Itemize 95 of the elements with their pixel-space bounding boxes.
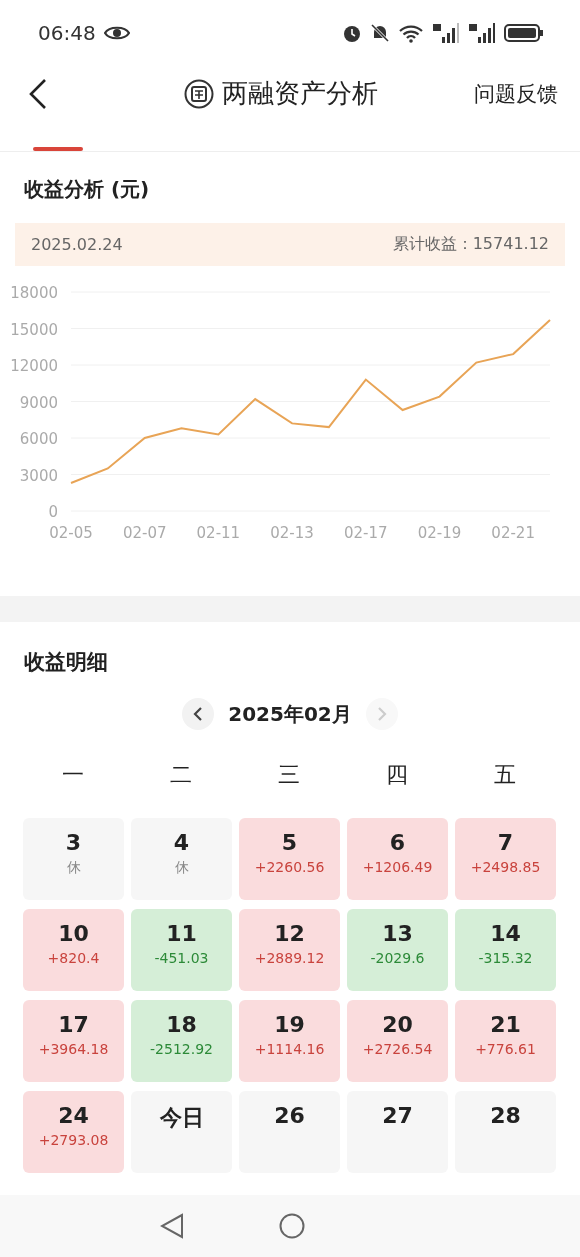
axis-label: 02-19: [417, 524, 462, 542]
day-number: 7: [497, 830, 514, 855]
axis-label: 18000: [10, 284, 58, 302]
back-icon[interactable]: [28, 77, 48, 110]
day-number: 12: [274, 921, 305, 946]
day-number: 3: [65, 830, 82, 855]
day-cell[interactable]: 5 +2260.56: [239, 818, 340, 900]
muted-bell-icon: [370, 22, 390, 43]
section-title: 收益分析 (元): [23, 176, 151, 203]
eye-icon: [103, 24, 130, 41]
day-earnings: +820.4: [47, 950, 100, 966]
day-earnings: -451.03: [154, 950, 209, 966]
tab-indicator: [33, 147, 83, 151]
day-cell[interactable]: 14 -315.32: [455, 909, 556, 991]
day-number: 28: [490, 1103, 521, 1128]
day-cell[interactable]: 6 +1206.49: [347, 818, 448, 900]
weekday-label: 三: [277, 761, 301, 789]
day-cell[interactable]: 今日: [131, 1091, 232, 1173]
day-number: 18: [166, 1012, 197, 1037]
day-cell[interactable]: 7 +2498.85: [455, 818, 556, 900]
day-cell[interactable]: 3 休: [23, 818, 124, 900]
section-title: 收益明细: [23, 649, 109, 676]
axis-label: 02-05: [49, 524, 93, 542]
previous-month-button[interactable]: [182, 698, 215, 730]
day-cell[interactable]: 11 -451.03: [131, 909, 232, 991]
day-earnings: 休: [66, 859, 81, 877]
day-number: 24: [58, 1103, 89, 1128]
day-number: 14: [490, 921, 521, 946]
chevron-right-icon: [376, 706, 387, 722]
status-time: 06:48: [38, 20, 96, 45]
weekday-label: 二: [169, 761, 193, 789]
weekday-label: 四: [385, 761, 409, 789]
day-earnings: +2726.54: [362, 1041, 433, 1057]
day-cell[interactable]: 19 +1114.16: [239, 1000, 340, 1082]
axis-label: 3000: [19, 466, 58, 485]
day-earnings: +3964.18: [38, 1041, 109, 1057]
cellular-signal-icon: [468, 21, 496, 44]
axis-label: 02-21: [491, 524, 535, 542]
day-number: 19: [274, 1012, 305, 1037]
day-earnings: +2498.85: [470, 859, 541, 875]
day-number: 21: [490, 1012, 521, 1037]
axis-label: 9000: [19, 393, 58, 412]
battery-icon: [504, 22, 544, 43]
day-cell[interactable]: 28: [455, 1091, 556, 1173]
day-earnings: +1114.16: [254, 1041, 325, 1057]
logo-icon: [184, 78, 214, 109]
month-label: 2025年02月: [228, 700, 352, 728]
day-earnings: -2029.6: [370, 950, 425, 966]
home-icon[interactable]: [279, 1213, 305, 1239]
day-earnings: +776.61: [475, 1041, 536, 1057]
axis-label: 02-17: [343, 524, 388, 542]
day-earnings: -2512.92: [150, 1041, 213, 1057]
page-title: 两融资产分析: [222, 77, 378, 110]
axis-label: 6000: [19, 430, 58, 448]
day-cell[interactable]: 20 +2726.54: [347, 1000, 448, 1082]
day-number: 4: [173, 830, 190, 855]
total-earnings: 累计收益：15741.12: [392, 234, 549, 255]
feedback-link[interactable]: 问题反馈: [474, 79, 558, 108]
day-cell[interactable]: 27: [347, 1091, 448, 1173]
day-number: 10: [58, 921, 89, 946]
weekday-label: 一: [61, 761, 85, 789]
day-earnings: +1206.49: [362, 859, 433, 875]
axis-label: 02-13: [270, 524, 314, 542]
day-cell[interactable]: 17 +3964.18: [23, 1000, 124, 1082]
axis-label: 0: [48, 503, 58, 521]
day-earnings: -315.32: [478, 950, 533, 966]
axis-label: 15000: [10, 320, 58, 339]
day-cell[interactable]: 24 +2793.08: [23, 1091, 124, 1173]
day-cell[interactable]: 4 休: [131, 818, 232, 900]
day-number: 11: [166, 921, 197, 946]
day-number: 5: [281, 830, 298, 855]
day-cell[interactable]: 26: [239, 1091, 340, 1173]
day-earnings: +2793.08: [38, 1132, 109, 1148]
day-cell[interactable]: 12 +2889.12: [239, 909, 340, 991]
day-number: 26: [274, 1103, 305, 1128]
day-cell[interactable]: 21 +776.61: [455, 1000, 556, 1082]
day-number: 6: [389, 830, 406, 855]
weekday-label: 五: [493, 761, 517, 789]
axis-label: 02-11: [196, 524, 241, 542]
cellular-signal-icon: [432, 21, 460, 44]
day-number: 今日: [159, 1104, 204, 1132]
day-cell[interactable]: 10 +820.4: [23, 909, 124, 991]
day-number: 13: [382, 921, 413, 946]
day-cell[interactable]: 18 -2512.92: [131, 1000, 232, 1082]
day-number: 17: [58, 1012, 89, 1037]
day-number: 20: [382, 1012, 413, 1037]
day-earnings: 休: [174, 859, 189, 877]
axis-label: 02-07: [122, 524, 167, 542]
axis-label: 12000: [10, 357, 58, 375]
day-earnings: +2889.12: [254, 950, 325, 966]
day-cell[interactable]: 13 -2029.6: [347, 909, 448, 991]
day-number: 27: [382, 1103, 413, 1128]
day-earnings: +2260.56: [254, 859, 325, 875]
chevron-left-icon: [193, 706, 204, 722]
date-text: 2025.02.24: [31, 235, 123, 254]
